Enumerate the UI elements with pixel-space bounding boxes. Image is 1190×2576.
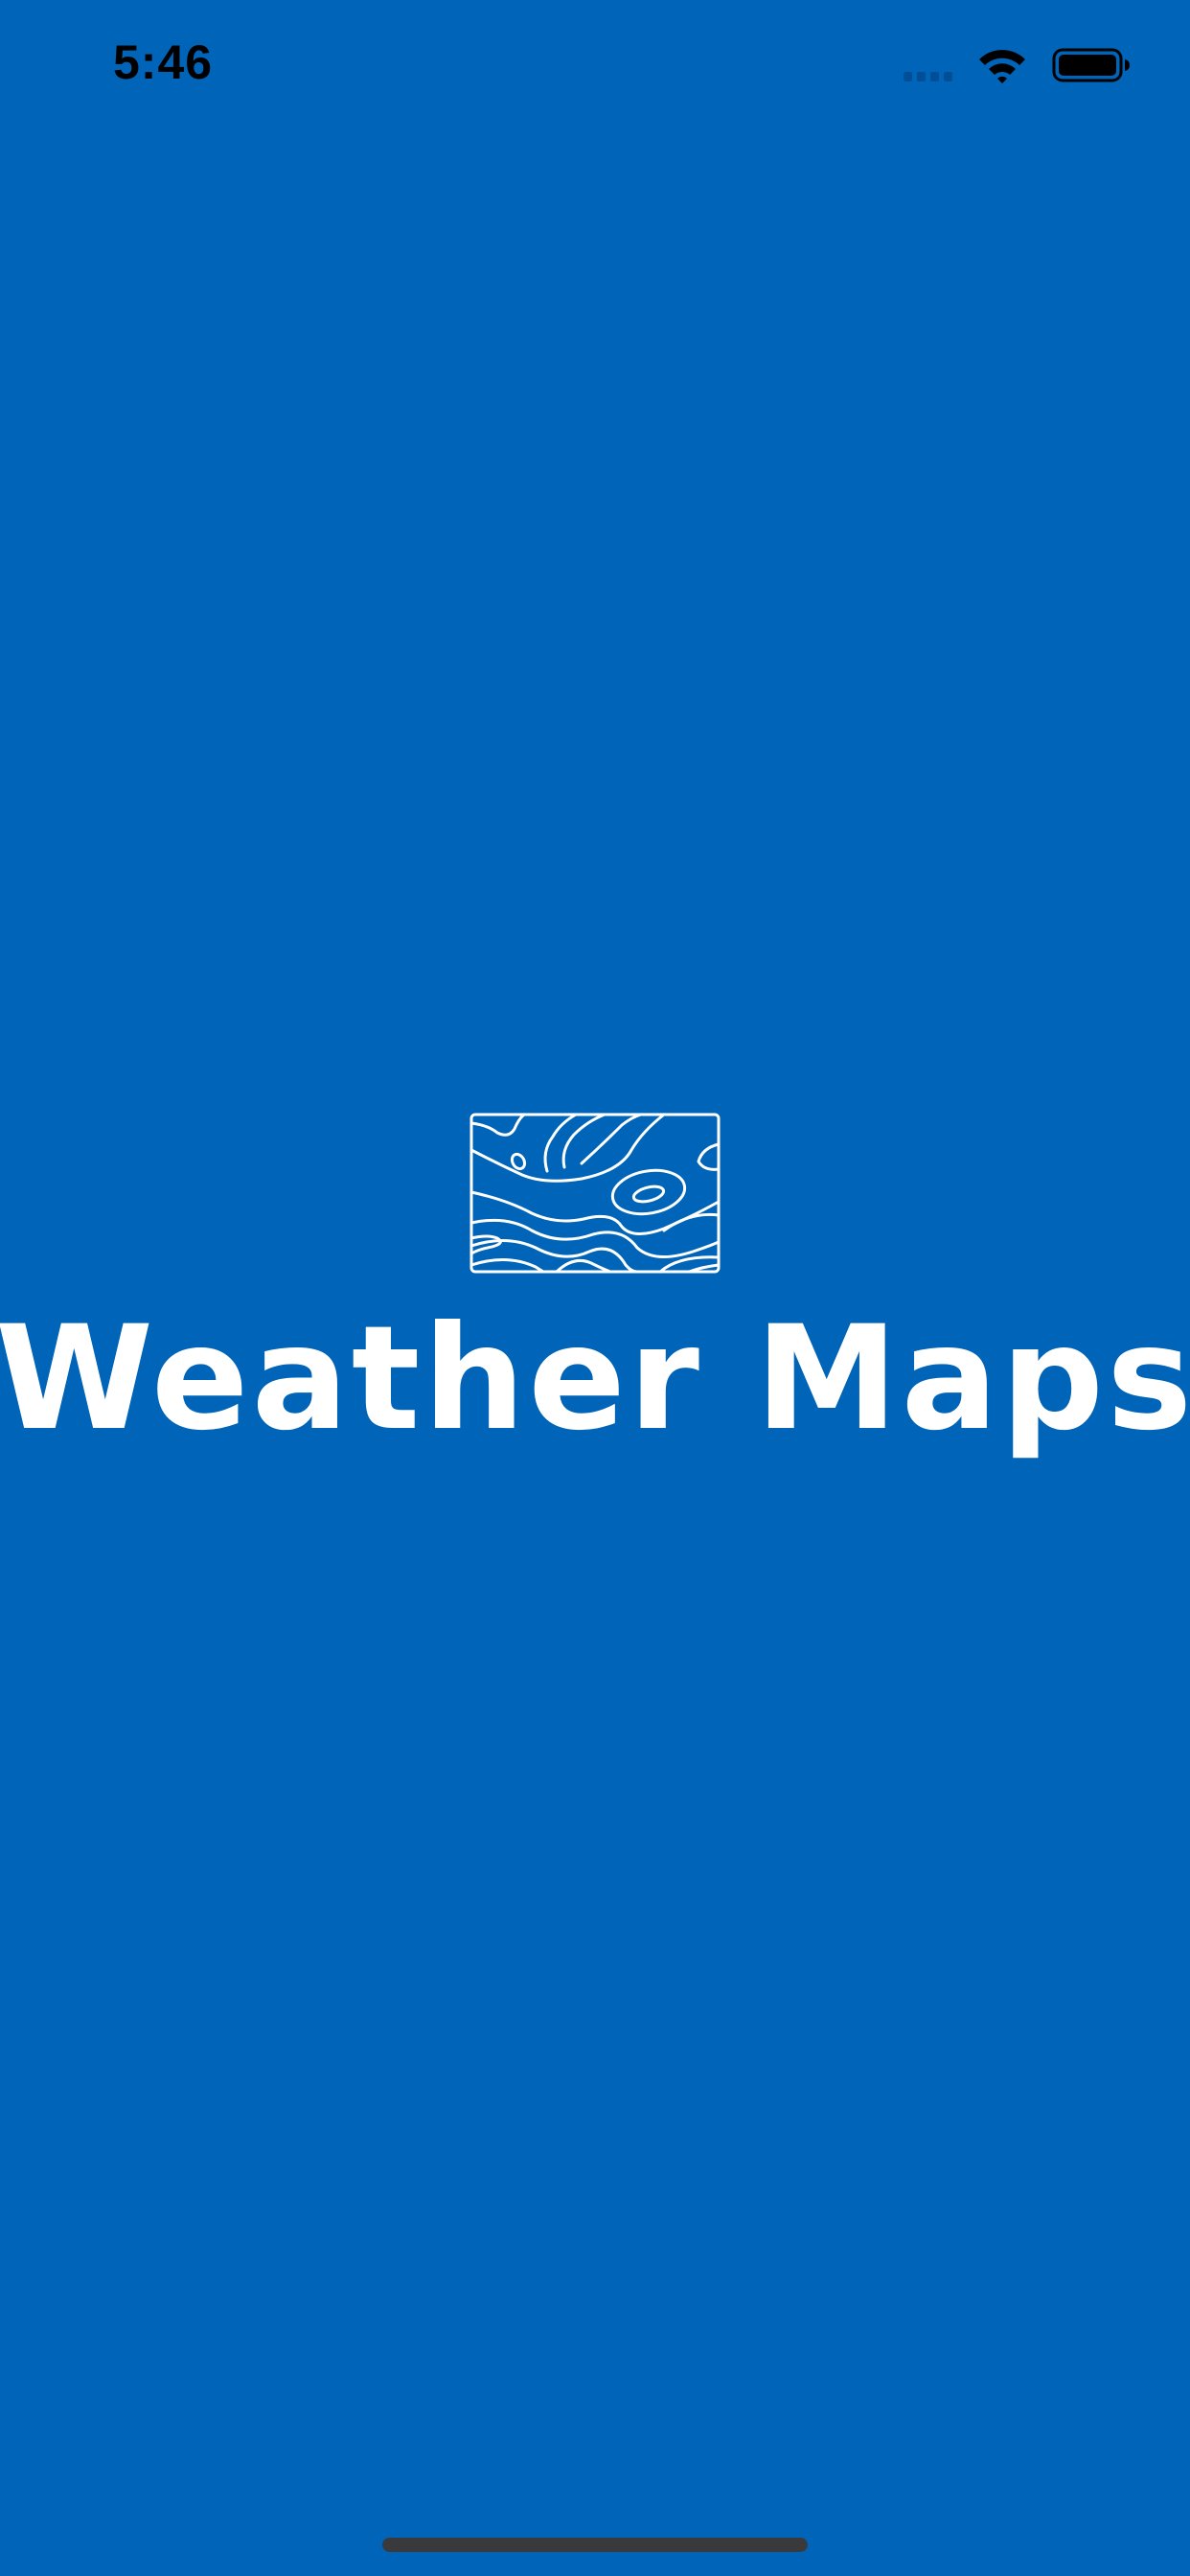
status-time: 5:46 — [113, 35, 214, 89]
battery-icon — [1052, 48, 1130, 82]
contour-map-icon — [469, 1113, 721, 1274]
status-bar: 5:46 — [0, 0, 1190, 134]
status-icons — [904, 44, 1131, 86]
home-indicator[interactable] — [382, 2538, 808, 2552]
app-title: Weather Maps — [0, 1296, 1190, 1462]
cellular-signal-icon — [904, 49, 952, 81]
wifi-icon — [979, 50, 1025, 83]
splash-content: Weather Maps — [0, 1112, 1190, 1451]
